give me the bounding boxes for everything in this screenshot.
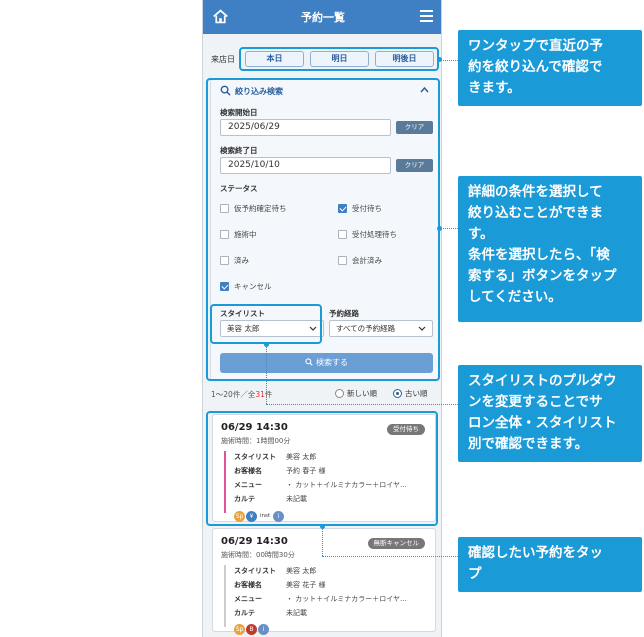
status-bar: [224, 565, 226, 627]
radio-dot: [335, 389, 344, 398]
result-count: 1〜20件／全31件: [211, 390, 273, 399]
connector-dot: [437, 57, 442, 62]
app-header: 予約一覧: [203, 0, 441, 34]
sort-oldest-radio[interactable]: 古い順: [393, 388, 428, 399]
card-icons: Sp Bi: [234, 619, 270, 637]
hamburger-menu-icon[interactable]: [420, 9, 433, 23]
connector-line: [440, 228, 458, 229]
callout-tap-card: 確認したい予約をタッ プ: [458, 537, 642, 592]
treatment-duration: 施術時間：00時間30分: [221, 551, 295, 559]
sort-newest-radio[interactable]: 新しい順: [335, 388, 377, 399]
connector-line: [322, 556, 458, 557]
card-highlight: [206, 411, 438, 526]
card-row: スタイリスト 美容 太郎: [234, 567, 317, 575]
connector-dot: [320, 524, 325, 529]
connector-dot: [264, 342, 269, 347]
status-badge: 無断キャンセル: [367, 538, 425, 549]
reservation-datetime: 06/29 14:30: [221, 536, 288, 547]
card-row: メニュー・ カット＋イルミナカラー＋ロイヤ…: [234, 595, 408, 603]
connector-dot: [437, 226, 442, 231]
callout-filter: 詳細の条件を選択して 絞り込むことができま す。 条件を選択したら、「検 索する…: [458, 176, 642, 322]
connector-line: [322, 526, 323, 556]
b-icon: B: [246, 624, 257, 635]
callout-stylist: スタイリストのプルダウ ンを変更することでサ ロン全体・スタイリスト 別で確認で…: [458, 365, 642, 462]
reservation-card[interactable]: 06/29 14:30 施術時間：00時間30分 無断キャンセル スタイリスト美…: [212, 528, 436, 635]
radio-dot: [393, 389, 402, 398]
card-row: お客様名 美容 花子 様: [234, 581, 326, 589]
card-row: カルテ 未記載: [234, 609, 307, 617]
stylist-highlight: [210, 304, 322, 344]
info-icon: i: [258, 624, 269, 635]
sp-icon: Sp: [234, 624, 245, 635]
page-title: 予約一覧: [301, 11, 345, 24]
connector-line: [266, 344, 267, 404]
visit-date-label: 来店日: [211, 55, 235, 64]
connector-line: [440, 60, 458, 61]
date-buttons-highlight: [239, 47, 439, 71]
connector-line: [266, 404, 458, 405]
callout-quick-date: ワンタップで直近の予 約を絞り込んで確認で きます。: [458, 30, 642, 106]
